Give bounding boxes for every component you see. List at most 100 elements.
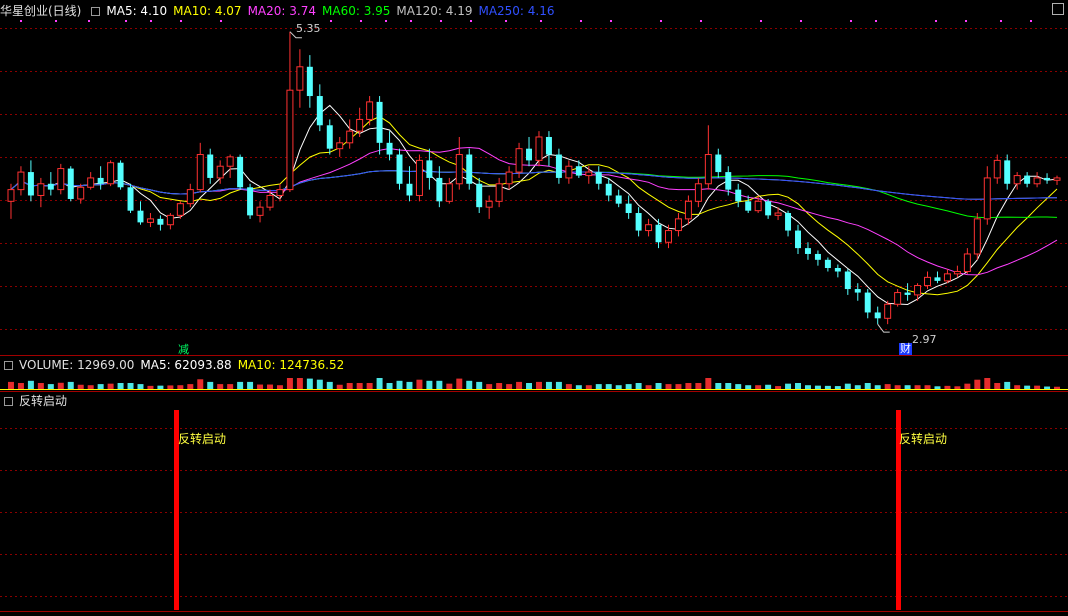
volume-bar (476, 381, 483, 390)
candle-body (276, 189, 284, 196)
low-marker (877, 323, 890, 333)
volume-bar (695, 383, 702, 390)
candle-body (455, 154, 463, 185)
candle-body (366, 101, 374, 120)
candle-body (625, 203, 632, 214)
candle-body (346, 130, 354, 144)
volume-bar (346, 383, 353, 390)
candle-body (226, 156, 234, 167)
flag-dot (540, 20, 542, 22)
volume-bar (197, 379, 204, 390)
volume-bar (7, 381, 14, 390)
candle-body (735, 189, 742, 202)
ma120-label: MA120: 4.19 (396, 4, 473, 18)
candle-body (515, 148, 523, 173)
candle-body (725, 172, 732, 190)
volume-bar (715, 383, 722, 390)
candle-body (7, 189, 15, 202)
volume-bar (127, 383, 134, 390)
candle-body (715, 154, 722, 173)
candle-body (485, 200, 493, 208)
candle-body (635, 213, 642, 231)
volume-bar (396, 380, 403, 390)
stock-title: 华星创业(日线) (0, 4, 82, 18)
volume-bar (406, 381, 413, 390)
flag-dot (660, 20, 662, 22)
volume-menu-icon[interactable] (4, 360, 13, 370)
candle-body (1004, 160, 1011, 184)
candle-body (466, 154, 473, 184)
volume-bar (426, 380, 433, 390)
volume-bar (1004, 381, 1011, 390)
close-icon[interactable] (1052, 3, 1064, 15)
candle-body (834, 268, 841, 272)
flag-dot (580, 20, 582, 22)
candle-body (376, 101, 383, 143)
volume-bar (516, 381, 523, 390)
volume-bar (545, 381, 552, 390)
candle-body (27, 172, 34, 196)
candle-body (207, 154, 214, 178)
candle-body (545, 136, 552, 155)
flag-dot (875, 20, 877, 22)
candle-body (157, 218, 164, 225)
candle-body (665, 230, 672, 243)
flag-dot (505, 20, 507, 22)
volume-bar (974, 379, 981, 390)
volume-bar (286, 378, 293, 390)
panel-menu-icon[interactable] (91, 6, 101, 16)
stock-chart-window: 华星创业(日线) MA5: 4.10 MA10: 4.07 MA20: 3.74… (0, 0, 1068, 616)
candle-body (216, 165, 224, 179)
candle-body (694, 183, 702, 202)
volume-bar (466, 380, 473, 390)
candle-body (585, 171, 593, 177)
candle-body (1044, 177, 1051, 181)
volume-bar (37, 383, 44, 390)
candle-body (476, 183, 483, 208)
flag-dot (610, 20, 612, 22)
indicator-title: 反转启动 (19, 394, 68, 408)
candle-body (87, 177, 95, 188)
volume-bar (326, 381, 333, 390)
volume-bar (17, 383, 24, 390)
candle-body (595, 172, 602, 184)
candle-body (445, 183, 453, 202)
flag-dot (1000, 20, 1002, 22)
candle-body (137, 210, 144, 223)
volume-bar (994, 383, 1001, 390)
volume-bar (356, 383, 363, 390)
volume-bar (685, 383, 692, 390)
volume-bar (247, 381, 254, 390)
candle-body (526, 148, 533, 161)
flag-dot (700, 20, 702, 22)
high-price-label: 5.35 (296, 22, 321, 35)
candle-body (824, 259, 831, 268)
volume-bar (316, 379, 323, 390)
volume-bar (725, 383, 732, 390)
volume-bar (436, 380, 443, 390)
ma10-label: MA10: 4.07 (173, 4, 242, 18)
candle-body (316, 96, 323, 126)
ma120-line (10, 170, 1058, 200)
volume-bar (655, 383, 662, 390)
volume-bar (207, 381, 214, 390)
candle-body (146, 218, 154, 223)
volume-bar (864, 383, 871, 390)
candle-body (77, 186, 85, 200)
low-price-label: 2.97 (912, 333, 937, 346)
flag-dot (88, 20, 90, 22)
candle-body (1033, 177, 1041, 185)
ma5-line (10, 104, 1058, 306)
candle-body (306, 66, 313, 97)
flag-dot (20, 20, 22, 22)
candle-body (874, 312, 881, 319)
volume-bar (117, 383, 124, 390)
volume-bar (237, 381, 244, 390)
volume-bar (795, 383, 801, 390)
candle-body (1053, 177, 1061, 181)
flag-dot (125, 20, 127, 22)
reduction-note-tag[interactable]: 减 (178, 341, 189, 357)
indicator-menu-icon[interactable] (4, 396, 13, 406)
finance-report-tag[interactable]: 财 (899, 343, 912, 355)
candle-body (186, 189, 194, 205)
